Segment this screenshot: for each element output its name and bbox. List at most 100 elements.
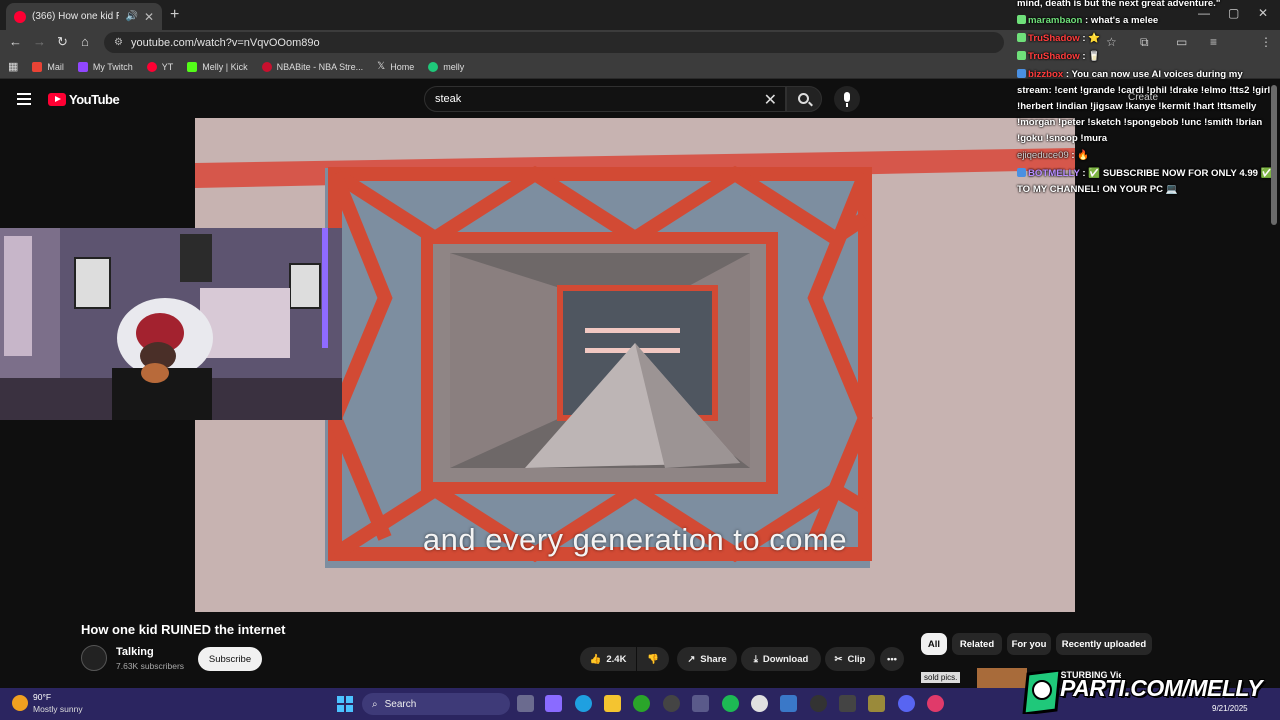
site-info-icon[interactable]: ⚙ <box>114 37 123 48</box>
chat-badge-icon <box>1017 33 1026 42</box>
taskbar-search-label: Search <box>384 698 417 710</box>
weather-description: Mostly sunny <box>33 704 83 714</box>
thumbs-down-icon: 👎 <box>647 653 659 665</box>
x-icon: 𝕏 <box>377 61 386 72</box>
channel-avatar[interactable] <box>81 645 107 671</box>
url-text: youtube.com/watch?v=nVqvOOom89o <box>130 36 320 49</box>
hamburger-menu-icon[interactable] <box>17 93 31 105</box>
youtube-favicon-icon <box>14 10 26 23</box>
like-count: 2.4K <box>606 653 627 665</box>
subscriber-count: 7.63K subscribers <box>116 661 185 671</box>
gmail-icon <box>32 61 43 72</box>
chat-text: : what's a melee <box>1082 15 1159 26</box>
file-explorer-icon[interactable] <box>604 695 621 712</box>
edge-icon[interactable] <box>575 695 592 712</box>
chrome-icon[interactable] <box>751 695 768 712</box>
bookmark-yt[interactable]: YT <box>146 61 174 72</box>
subscribe-button[interactable]: Subscribe <box>198 647 262 671</box>
stream-chat-overlay: mind, death is but the next great advent… <box>1012 0 1280 200</box>
store-icon[interactable] <box>692 695 709 712</box>
chat-text: mind, death is but the next great advent… <box>1017 0 1221 9</box>
chat-username: marambaon <box>1028 15 1083 26</box>
bookmark-nbabite[interactable]: NBABite - NBA Stre... <box>261 61 363 72</box>
download-button[interactable]: ⤓ Download <box>741 647 821 671</box>
chip-for-you[interactable]: For you <box>1007 633 1051 655</box>
apps-icon[interactable]: ▦ <box>8 60 18 73</box>
maps-pin-icon[interactable] <box>927 695 944 712</box>
clear-search-icon[interactable]: ✕ <box>764 90 777 110</box>
youtube-play-icon <box>48 93 66 106</box>
back-icon[interactable]: ← <box>9 34 22 49</box>
channel-name[interactable]: Talking <box>116 646 154 658</box>
kick-icon <box>187 61 198 72</box>
bookmark-melly-kick[interactable]: Melly | Kick <box>187 61 248 72</box>
chat-message: TruShadow : 🥛 <box>1017 49 1279 65</box>
chat-text: : 🥛 <box>1079 51 1101 62</box>
home-icon[interactable]: ⌂ <box>81 34 89 49</box>
video-title: How one kid RUINED the internet <box>81 622 286 637</box>
more-icon: ••• <box>887 653 897 665</box>
like-button[interactable]: 👍 2.4K <box>580 647 636 671</box>
page-scrollbar[interactable] <box>1271 85 1277 225</box>
chat-message: TruShadow : ⭐ <box>1017 31 1279 47</box>
media-player-icon[interactable] <box>810 695 827 712</box>
bookmark-label: Melly | Kick <box>202 61 248 72</box>
taskbar-search[interactable]: ⌕ Search <box>362 693 510 715</box>
app-icon[interactable] <box>868 695 885 712</box>
xbox-icon[interactable] <box>633 695 650 712</box>
voice-search-button[interactable] <box>834 86 860 112</box>
more-actions-button[interactable]: ••• <box>880 647 904 671</box>
weather-temperature: 90°F <box>33 692 52 702</box>
download-label: Download <box>762 653 809 665</box>
reload-icon[interactable]: ↻ <box>57 34 68 50</box>
bookmark-label: YT <box>161 61 174 72</box>
chat-message: ejiqeduce09 : 🔥 <box>1017 148 1279 164</box>
weather-icon[interactable] <box>12 695 28 711</box>
copilot-icon[interactable] <box>545 695 562 712</box>
address-bar[interactable]: ⚙ youtube.com/watch?v=nVqvOOom89o <box>104 32 1004 53</box>
video-caption: and every generation to come <box>422 522 848 557</box>
bookmark-melly[interactable]: melly <box>428 61 464 72</box>
spotify-icon[interactable] <box>722 695 739 712</box>
search-icon <box>798 93 809 104</box>
bookmark-my-twitch[interactable]: My Twitch <box>77 61 133 72</box>
search-icon: ⌕ <box>372 698 378 710</box>
search-button[interactable] <box>786 86 822 112</box>
browser-tab-youtube[interactable]: (366) How one kid RUINED 🔊 ✕ <box>6 3 162 30</box>
tab-title: (366) How one kid RUINED <box>32 11 119 22</box>
task-view-icon[interactable] <box>517 695 534 712</box>
clip-label: Clip <box>847 653 866 665</box>
chat-badge-icon <box>1017 15 1026 24</box>
chat-badge-icon <box>1017 51 1026 60</box>
chat-username: bizzbox <box>1028 69 1064 80</box>
chip-related[interactable]: Related <box>952 633 1002 655</box>
chat-badge-icon <box>1017 168 1026 177</box>
discord-icon[interactable] <box>898 695 915 712</box>
chat-text: : ⭐ <box>1079 33 1101 44</box>
speaker-icon[interactable]: 🔊 <box>125 11 137 22</box>
chip-recently-uploaded[interactable]: Recently uploaded <box>1056 633 1152 655</box>
windows-start-icon[interactable] <box>337 696 353 712</box>
chat-message: bizzbox : You can now use AI voices duri… <box>1017 67 1279 147</box>
bookmark-label: My Twitch <box>92 61 133 72</box>
app-icon[interactable] <box>780 695 797 712</box>
share-button[interactable]: ↗ Share <box>677 647 737 671</box>
scissors-icon: ✂ <box>834 653 843 665</box>
youtube-logo[interactable]: YouTube <box>48 92 120 107</box>
close-tab-icon[interactable]: ✕ <box>144 10 154 24</box>
chat-username: TruShadow <box>1028 33 1080 44</box>
forward-icon[interactable]: → <box>33 34 46 49</box>
twitch-icon <box>77 61 88 72</box>
search-input[interactable]: steak ✕ <box>424 86 786 112</box>
obs-icon[interactable] <box>663 695 680 712</box>
chat-username: ejiqeduce09 <box>1017 150 1069 161</box>
nba-icon <box>261 61 272 72</box>
bookmark-home[interactable]: 𝕏 Home <box>377 61 414 72</box>
clip-button[interactable]: ✂ Clip <box>825 647 875 671</box>
bookmark-mail[interactable]: Mail <box>32 61 64 72</box>
new-tab-button[interactable]: + <box>170 6 179 24</box>
chip-all[interactable]: All <box>921 633 947 655</box>
app-icon[interactable] <box>839 695 856 712</box>
dislike-button[interactable]: 👎 <box>637 647 669 671</box>
chat-text: : You can now use AI voices during my st… <box>1017 69 1271 144</box>
